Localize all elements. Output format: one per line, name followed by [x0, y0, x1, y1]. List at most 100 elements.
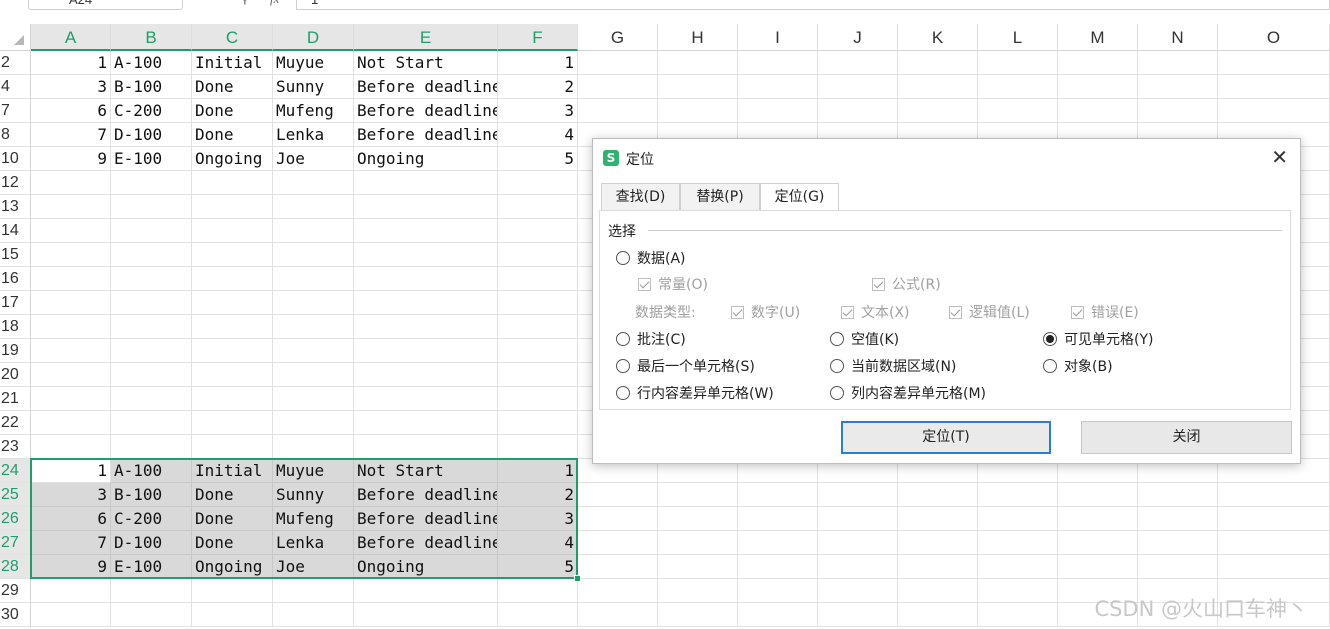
radio-icon[interactable]: [830, 332, 844, 346]
cell-C22[interactable]: [192, 411, 273, 435]
cell-I30[interactable]: [738, 603, 818, 627]
checkbox-number[interactable]: 数字(U): [731, 302, 800, 322]
radio-last-cell[interactable]: 最后一个单元格(S): [616, 356, 755, 376]
cell-F20[interactable]: [498, 363, 578, 387]
cell-K29[interactable]: [898, 579, 978, 603]
search-icon[interactable]: ⚲: [240, 0, 250, 7]
cell-E18[interactable]: [354, 315, 498, 339]
radio-icon[interactable]: [616, 386, 630, 400]
cell-H25[interactable]: [658, 483, 738, 507]
cell-O28[interactable]: [1218, 555, 1330, 579]
cell-L26[interactable]: [978, 507, 1058, 531]
cell-N2[interactable]: [1138, 51, 1218, 75]
row-header-7[interactable]: 7: [0, 99, 31, 123]
cell-K26[interactable]: [898, 507, 978, 531]
cell-D23[interactable]: [273, 435, 354, 459]
cell-E12[interactable]: [354, 171, 498, 195]
cell-E8[interactable]: Before deadline: [354, 123, 498, 147]
cell-C26[interactable]: Done: [192, 507, 273, 531]
cell-A8[interactable]: 7: [31, 123, 111, 147]
row-header-12[interactable]: 12: [0, 171, 31, 195]
cell-E30[interactable]: [354, 603, 498, 627]
cell-O4[interactable]: [1218, 75, 1330, 99]
cell-F27[interactable]: 4: [498, 531, 578, 555]
row-header-10[interactable]: 10: [0, 147, 31, 171]
column-header-O[interactable]: O: [1218, 24, 1330, 51]
cell-D4[interactable]: Sunny: [273, 75, 354, 99]
cell-J27[interactable]: [818, 531, 898, 555]
cell-K28[interactable]: [898, 555, 978, 579]
cell-N28[interactable]: [1138, 555, 1218, 579]
cell-D7[interactable]: Mufeng: [273, 99, 354, 123]
cell-I2[interactable]: [738, 51, 818, 75]
cell-F13[interactable]: [498, 195, 578, 219]
goto-button[interactable]: 定位(T): [841, 421, 1051, 454]
cell-K27[interactable]: [898, 531, 978, 555]
column-header-A[interactable]: A: [31, 24, 111, 51]
checkbox-error[interactable]: 错误(E): [1071, 302, 1139, 322]
cell-C2[interactable]: Initial: [192, 51, 273, 75]
cell-G27[interactable]: [578, 531, 658, 555]
cell-N27[interactable]: [1138, 531, 1218, 555]
cell-F18[interactable]: [498, 315, 578, 339]
cell-A17[interactable]: [31, 291, 111, 315]
cell-L4[interactable]: [978, 75, 1058, 99]
cell-N4[interactable]: [1138, 75, 1218, 99]
cell-F4[interactable]: 2: [498, 75, 578, 99]
cell-L27[interactable]: [978, 531, 1058, 555]
cell-D12[interactable]: [273, 171, 354, 195]
cell-B22[interactable]: [111, 411, 192, 435]
cell-D24[interactable]: Muyue: [273, 459, 354, 483]
cell-I25[interactable]: [738, 483, 818, 507]
cell-C13[interactable]: [192, 195, 273, 219]
cell-F2[interactable]: 1: [498, 51, 578, 75]
cell-H7[interactable]: [658, 99, 738, 123]
cell-F24[interactable]: 1: [498, 459, 578, 483]
cell-B15[interactable]: [111, 243, 192, 267]
cell-E19[interactable]: [354, 339, 498, 363]
cell-D2[interactable]: Muyue: [273, 51, 354, 75]
cell-A18[interactable]: [31, 315, 111, 339]
cell-B17[interactable]: [111, 291, 192, 315]
name-box[interactable]: A24: [28, 0, 183, 10]
cell-E17[interactable]: [354, 291, 498, 315]
cell-F19[interactable]: [498, 339, 578, 363]
cell-J25[interactable]: [818, 483, 898, 507]
cell-M4[interactable]: [1058, 75, 1138, 99]
tab-find[interactable]: 查找(D): [601, 183, 680, 211]
cell-B13[interactable]: [111, 195, 192, 219]
radio-current-region[interactable]: 当前数据区域(N): [830, 356, 956, 376]
cell-E22[interactable]: [354, 411, 498, 435]
cell-C27[interactable]: Done: [192, 531, 273, 555]
checkbox-icon[interactable]: [638, 278, 651, 291]
cell-E15[interactable]: [354, 243, 498, 267]
cell-M28[interactable]: [1058, 555, 1138, 579]
cell-D21[interactable]: [273, 387, 354, 411]
cell-B14[interactable]: [111, 219, 192, 243]
cell-C20[interactable]: [192, 363, 273, 387]
cell-K2[interactable]: [898, 51, 978, 75]
cell-B23[interactable]: [111, 435, 192, 459]
column-header-F[interactable]: F: [498, 24, 578, 51]
cell-C7[interactable]: Done: [192, 99, 273, 123]
column-header-B[interactable]: B: [111, 24, 192, 51]
cell-I7[interactable]: [738, 99, 818, 123]
cell-M2[interactable]: [1058, 51, 1138, 75]
radio-icon[interactable]: [1043, 359, 1057, 373]
cell-G26[interactable]: [578, 507, 658, 531]
cell-J2[interactable]: [818, 51, 898, 75]
cell-C19[interactable]: [192, 339, 273, 363]
column-header-D[interactable]: D: [273, 24, 354, 51]
tab-goto[interactable]: 定位(G): [760, 183, 839, 212]
row-header-18[interactable]: 18: [0, 315, 31, 339]
cell-F17[interactable]: [498, 291, 578, 315]
row-header-4[interactable]: 4: [0, 75, 31, 99]
radio-icon[interactable]: [616, 332, 630, 346]
cell-B24[interactable]: A-100: [111, 459, 192, 483]
row-header-29[interactable]: 29: [0, 579, 31, 603]
cell-C18[interactable]: [192, 315, 273, 339]
cell-H28[interactable]: [658, 555, 738, 579]
cell-L30[interactable]: [978, 603, 1058, 627]
cell-K4[interactable]: [898, 75, 978, 99]
cell-A20[interactable]: [31, 363, 111, 387]
